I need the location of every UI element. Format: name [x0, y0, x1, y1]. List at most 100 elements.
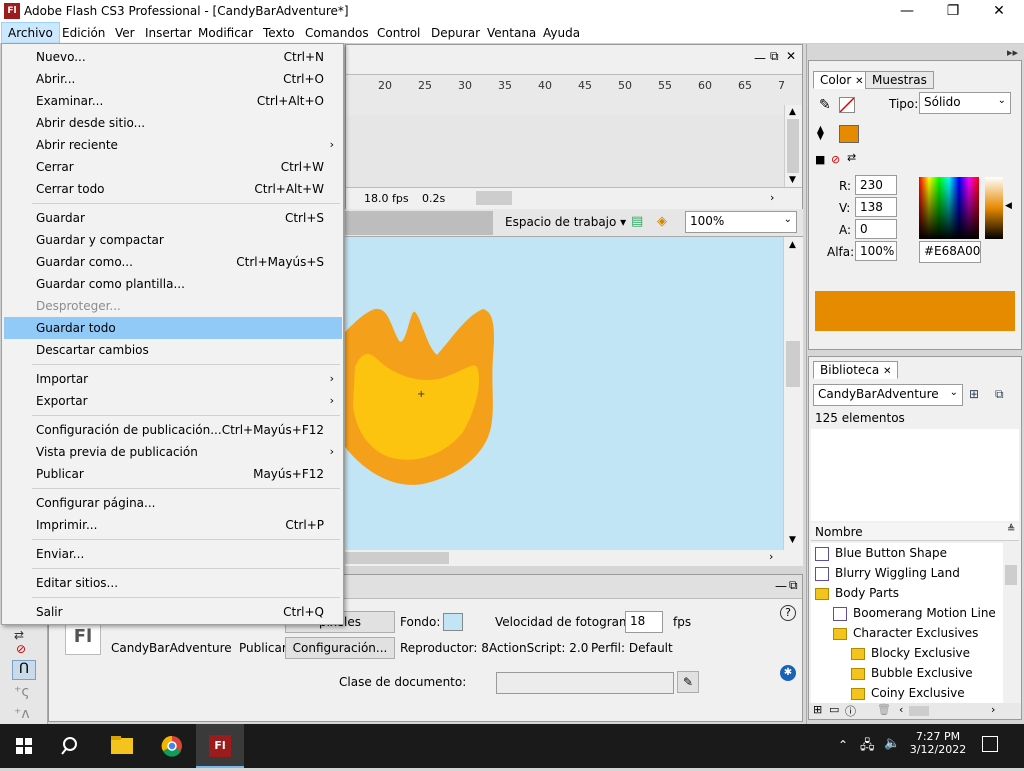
slider-arrow-icon[interactable]: ◀	[1005, 201, 1012, 211]
scroll-up-icon[interactable]: ▲	[789, 107, 796, 117]
a-input[interactable]: 0	[855, 219, 897, 239]
tab-muestras[interactable]: Muestras	[865, 71, 934, 89]
menu-item-vista-previa-de-publicación[interactable]: Vista previa de publicación ›	[4, 441, 342, 463]
menu-item-cerrar[interactable]: Cerrar Ctrl+W	[4, 156, 342, 178]
menu-item-guardar[interactable]: Guardar Ctrl+S	[4, 207, 342, 229]
fill-bucket-icon[interactable]: ⧫	[817, 125, 824, 141]
new-folder-icon[interactable]: ▭	[829, 703, 839, 716]
library-item[interactable]: Blurry Wiggling Land	[815, 563, 960, 583]
panel-restore-icon[interactable]: ⧉	[789, 578, 798, 593]
smooth-icon[interactable]: ⁺ς	[14, 684, 30, 700]
sort-icon[interactable]: ≜	[1007, 524, 1015, 535]
menu-item-examinar[interactable]: Examinar... Ctrl+Alt+O	[4, 90, 342, 112]
menu-ayuda[interactable]: Ayuda	[537, 22, 586, 44]
clock[interactable]: 7:27 PM 3/12/2022	[906, 730, 970, 756]
menu-ventana[interactable]: Ventana	[481, 22, 542, 44]
close-icon[interactable]: ✕	[883, 366, 891, 377]
scroll-down-icon[interactable]: ▼	[789, 175, 796, 185]
close-button[interactable]: ✕	[976, 0, 1022, 22]
menu-insertar[interactable]: Insertar	[139, 22, 198, 44]
stage[interactable]: +	[345, 237, 783, 550]
stage-vscroll[interactable]: ▲ ▼	[783, 237, 803, 550]
pin-library-icon[interactable]: ⊞	[969, 387, 979, 401]
start-button[interactable]	[0, 724, 48, 768]
flash-taskbar-button[interactable]: Fl	[196, 724, 244, 768]
accessibility-icon[interactable]: ✱	[780, 665, 796, 681]
scroll-thumb[interactable]	[345, 552, 449, 564]
hex-input[interactable]: #E68A00	[919, 241, 981, 263]
menu-item-editar-sitios[interactable]: Editar sitios...	[4, 572, 342, 594]
new-library-icon[interactable]: ⧉	[995, 387, 1004, 402]
close-icon[interactable]: ✕	[855, 76, 863, 87]
menu-item-abrir[interactable]: Abrir... Ctrl+O	[4, 68, 342, 90]
notifications-icon[interactable]	[982, 736, 998, 752]
stroke-color-swatch[interactable]	[839, 97, 855, 113]
library-item[interactable]: Boomerang Motion Line	[833, 603, 996, 623]
menu-ver[interactable]: Ver	[109, 22, 141, 44]
new-symbol-icon[interactable]: ⊞	[813, 703, 822, 716]
scroll-thumb[interactable]	[787, 119, 799, 173]
snap-magnet-icon[interactable]: Ո	[12, 660, 36, 680]
menu-item-importar[interactable]: Importar ›	[4, 368, 342, 390]
menu-item-cerrar-todo[interactable]: Cerrar todo Ctrl+Alt+W	[4, 178, 342, 200]
panel-close-icon[interactable]: ✕	[786, 49, 796, 63]
network-icon[interactable]: 🖧	[860, 736, 875, 758]
menu-item-abrir-reciente[interactable]: Abrir reciente ›	[4, 134, 342, 156]
scroll-down-icon[interactable]: ▼	[789, 535, 796, 545]
scroll-thumb[interactable]	[786, 341, 800, 387]
menu-item-descartar-cambios[interactable]: Descartar cambios	[4, 339, 342, 361]
menu-comandos[interactable]: Comandos	[299, 22, 375, 44]
flame-graphic[interactable]: +	[345, 237, 783, 550]
file-explorer-button[interactable]	[98, 724, 146, 768]
stroke-pencil-icon[interactable]: ✎	[819, 97, 831, 113]
menu-modificar[interactable]: Modificar	[192, 22, 259, 44]
menu-item-guardar-como[interactable]: Guardar como... Ctrl+Mayús+S	[4, 251, 342, 273]
scroll-right-icon[interactable]: ›	[769, 550, 773, 563]
menu-item-salir[interactable]: Salir Ctrl+Q	[4, 601, 342, 623]
zoom-select[interactable]: 100% ⌄	[685, 211, 797, 233]
publish-settings-button[interactable]: Configuración...	[285, 637, 395, 659]
library-item[interactable]: Bubble Exclusive	[851, 663, 973, 683]
menu-item-guardar-y-compactar[interactable]: Guardar y compactar	[4, 229, 342, 251]
swap-colors-icon[interactable]: ⇄	[14, 628, 24, 642]
library-document-select[interactable]: CandyBarAdventure ⌄	[813, 384, 963, 406]
default-colors-icon[interactable]: ■	[815, 153, 825, 166]
library-item[interactable]: Blue Button Shape	[815, 543, 947, 563]
chevron-up-icon[interactable]: ⌃	[838, 738, 848, 752]
brightness-slider[interactable]	[985, 177, 1003, 239]
help-icon[interactable]: ?	[780, 605, 796, 621]
tipo-select[interactable]: Sólido ⌄	[919, 92, 1011, 114]
column-header[interactable]: Nombre ≜	[811, 523, 1019, 541]
tab-color[interactable]: Color ✕	[813, 71, 871, 89]
edit-symbol-icon[interactable]: ◈	[657, 214, 675, 230]
background-color-swatch[interactable]	[443, 613, 463, 631]
chrome-button[interactable]	[148, 724, 196, 768]
stage-hscroll[interactable]: ›	[345, 550, 803, 566]
search-button[interactable]	[48, 724, 96, 768]
minimize-button[interactable]: —	[884, 0, 930, 22]
scroll-thumb[interactable]	[1005, 565, 1017, 585]
menu-item-guardar-todo[interactable]: Guardar todo	[4, 317, 342, 339]
menu-archivo[interactable]: Archivo	[1, 22, 60, 44]
library-item[interactable]: Body Parts	[815, 583, 899, 603]
fps-input[interactable]: 18	[625, 611, 663, 633]
edit-scene-icon[interactable]: ▤	[631, 214, 649, 230]
pencil-icon[interactable]: ✎	[677, 671, 699, 693]
document-class-input[interactable]	[496, 672, 674, 694]
library-item[interactable]: Character Exclusives	[833, 623, 978, 643]
scroll-up-icon[interactable]: ▲	[789, 240, 796, 250]
swap-colors-icon[interactable]: ⇄	[847, 151, 856, 164]
menu-edicion[interactable]: Edición	[56, 22, 111, 44]
scroll-right-icon[interactable]: ›	[770, 191, 774, 204]
no-color-icon[interactable]: ⊘	[16, 642, 26, 656]
library-vscroll[interactable]	[1003, 543, 1019, 703]
menu-item-exportar[interactable]: Exportar ›	[4, 390, 342, 412]
v-input[interactable]: 138	[855, 197, 897, 217]
fill-color-swatch[interactable]	[839, 125, 859, 143]
library-item[interactable]: Coiny Exclusive	[851, 683, 965, 703]
menu-item-imprimir[interactable]: Imprimir... Ctrl+P	[4, 514, 342, 536]
menu-depurar[interactable]: Depurar	[425, 22, 486, 44]
tab-biblioteca[interactable]: Biblioteca ✕	[813, 361, 899, 379]
timeline-vscroll[interactable]: ▲ ▼	[784, 105, 802, 187]
no-color-icon[interactable]: ⊘	[831, 153, 840, 166]
